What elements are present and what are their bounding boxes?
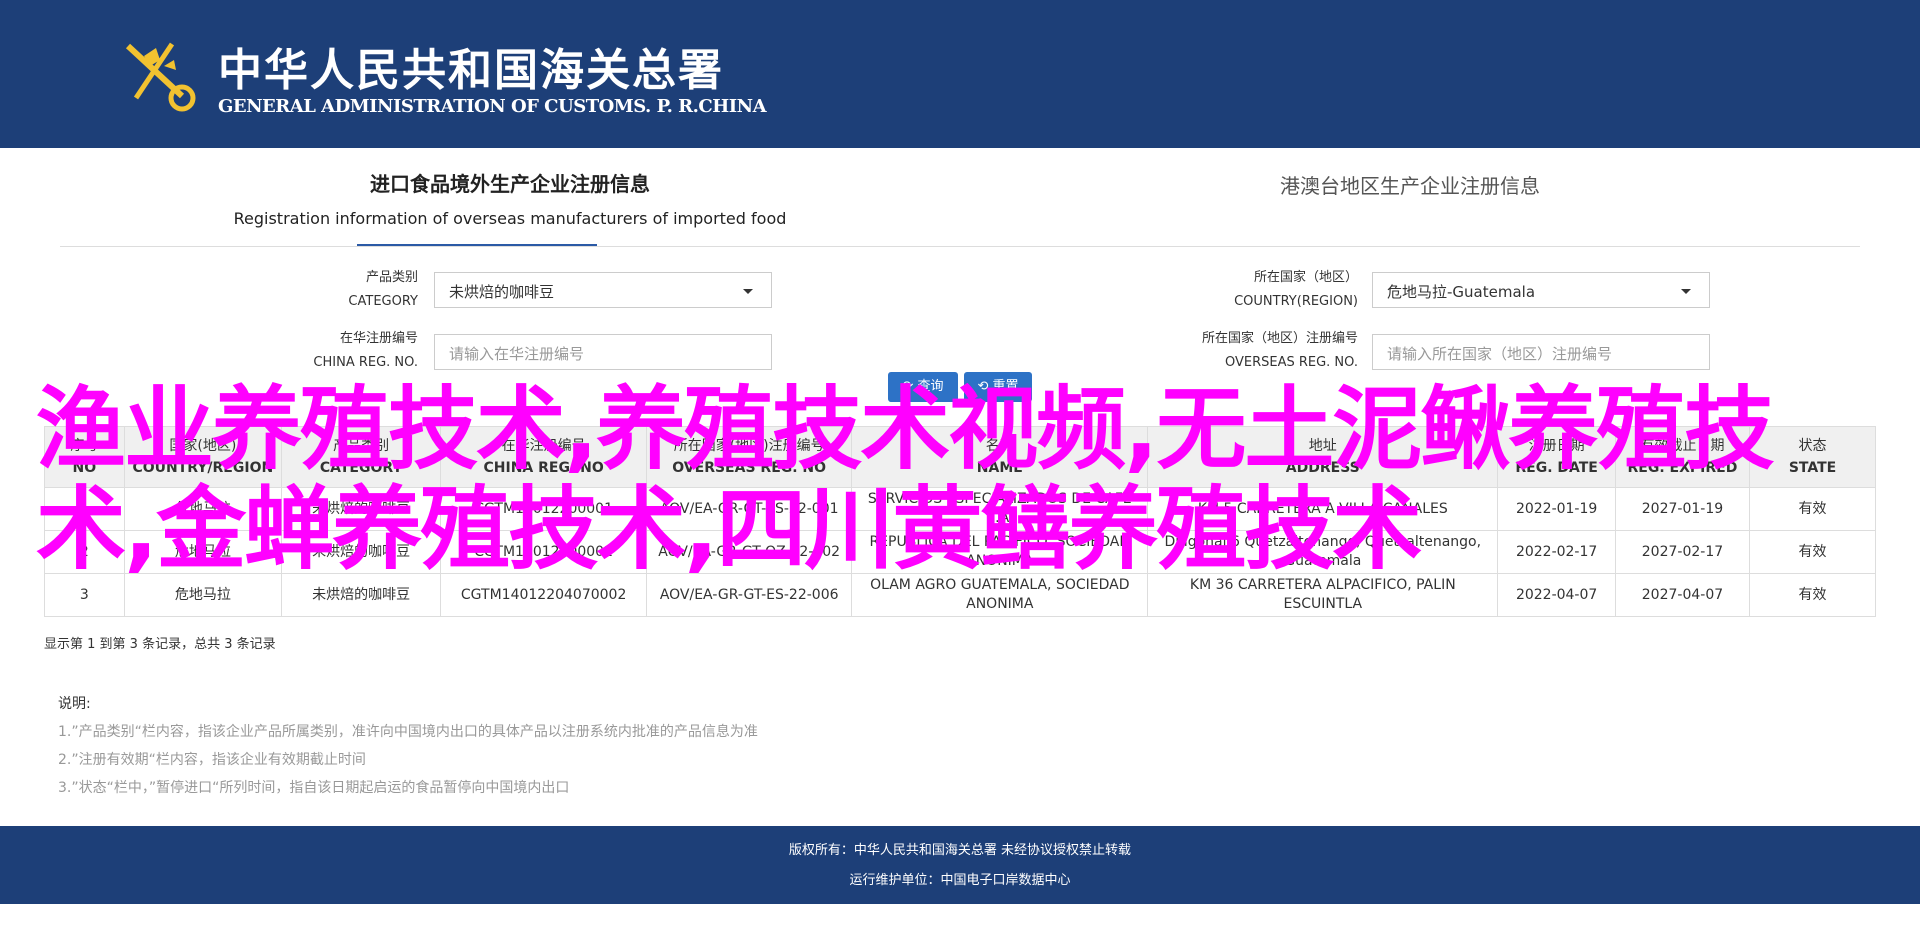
china-reg-label: 在华注册编号 CHINA REG. NO. [313, 331, 418, 370]
chevron-down-icon [743, 289, 753, 294]
category-label: 产品类别 CATEGORY [348, 270, 418, 309]
china-reg-input[interactable]: 请输入在华注册编号 [434, 334, 772, 370]
overlay-spam-text: 渔业养殖技术,养殖技术视频,无土泥鳅养殖技术,金蝉养殖技术,四川黄鳝养殖技术 [36, 377, 1774, 582]
footer-maintainer: 运行维护单位：中国电子口岸数据中心 [849, 873, 1071, 888]
overseas-reg-label: 所在国家（地区）注册编号 OVERSEAS REG. NO. [1201, 331, 1358, 370]
category-select[interactable]: 未烘焙的咖啡豆 [434, 272, 772, 308]
tab-overseas-manufacturers[interactable]: 进口食品境外生产企业注册信息 Registration information … [200, 168, 820, 228]
country-select[interactable]: 危地马拉-Guatemala [1372, 272, 1710, 308]
tab-divider [60, 246, 1860, 247]
tab-hk-macau-taiwan[interactable]: 港澳台地区生产企业注册信息 [1160, 170, 1660, 199]
note-item: 3.”状态“栏中，”暂停进口“所列时间，指自该日期起启运的食品暂停向中国境内出口 [58, 780, 570, 796]
tab-overseas-title-en: Registration information of overseas man… [233, 209, 787, 228]
pagination-info: 显示第 1 到第 3 条记录，总共 3 条记录 [44, 637, 276, 652]
site-header: 中华人民共和国海关总署 GENERAL ADMINISTRATION OF CU… [0, 0, 1920, 148]
site-title-cn: 中华人民共和国海关总署 [218, 45, 724, 96]
note-item: 2.”注册有效期“栏内容，指该企业有效期截止时间 [58, 752, 366, 768]
overseas-reg-input[interactable]: 请输入所在国家（地区）注册编号 [1372, 334, 1710, 370]
site-footer: 版权所有：中华人民共和国海关总署 未经协议授权禁止转载 运行维护单位：中国电子口… [0, 826, 1920, 904]
note-item: 1.”产品类别“栏内容，指该企业产品所属类别，准许向中国境内出口的具体产品以注册… [58, 724, 758, 740]
footer-copyright: 版权所有：中华人民共和国海关总署 未经协议授权禁止转载 [788, 843, 1132, 858]
notes-section: 说明: 1.”产品类别“栏内容，指该企业产品所属类别，准许向中国境内出口的具体产… [58, 690, 758, 802]
tab-overseas-title-cn: 进口食品境外生产企业注册信息 [370, 172, 650, 196]
chevron-down-icon [1681, 289, 1691, 294]
notes-title: 说明: [58, 696, 91, 712]
country-label: 所在国家（地区） COUNTRY(REGION) [1234, 270, 1358, 309]
site-title-en: GENERAL ADMINISTRATION OF CUSTOMS. P. R.… [218, 96, 767, 117]
customs-emblem-icon [125, 42, 196, 112]
